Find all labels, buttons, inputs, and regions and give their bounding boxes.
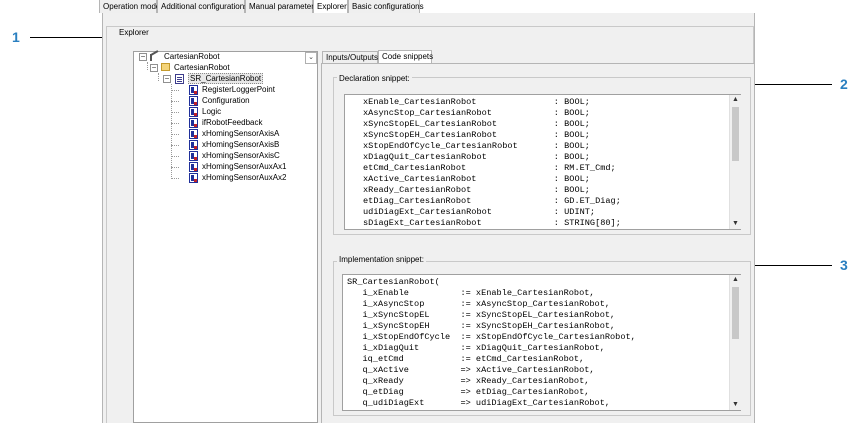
property-icon	[189, 151, 198, 161]
code-line: i_xSyncStopEL := xSyncStopEL_CartesianRo…	[347, 310, 616, 320]
scroll-down-icon[interactable]: ▼	[730, 400, 741, 410]
code-line: xReady_CartesianRobot : BOOL;	[363, 185, 590, 195]
tree-node-child[interactable]: xHomingSensorAxisB	[202, 140, 279, 150]
code-line: i_xDiagQuit := xDiagQuit_CartesianRobot,	[347, 343, 605, 353]
code-line: iq_etCmd := etCmd_CartesianRobot,	[347, 354, 585, 364]
property-icon	[189, 118, 198, 128]
tree-connector	[171, 123, 179, 124]
tree-connector	[171, 167, 179, 168]
function-block-icon	[175, 74, 184, 84]
tree-node-root[interactable]: CartesianRobot	[164, 52, 220, 62]
method-icon	[189, 96, 198, 106]
explorer-caption: Explorer	[117, 28, 151, 37]
code-line: xSyncStopEH_CartesianRobot : BOOL;	[363, 130, 590, 140]
explorer-tree[interactable]	[133, 51, 318, 423]
tree-connector	[171, 156, 179, 157]
callout-1-line	[30, 37, 112, 38]
tree-connector	[171, 101, 179, 102]
tree-expander-fb[interactable]: −	[163, 75, 171, 83]
tree-node-child[interactable]: xHomingSensorAxisC	[202, 151, 280, 161]
tree-node-fb[interactable]: SR_CartesianRobot	[188, 73, 264, 84]
tree-connector	[171, 112, 179, 113]
declaration-code[interactable]: xEnable_CartesianRobot : BOOL; xAsyncSto…	[344, 94, 741, 230]
tree-node-child[interactable]: xHomingSensorAuxAx1	[202, 162, 286, 172]
tree-connector	[171, 178, 179, 179]
callout-2: 2	[840, 76, 848, 92]
code-line: udiDiagExt_CartesianRobot : UDINT;	[363, 207, 596, 217]
tab-basic-configurations[interactable]: Basic configurations	[348, 0, 424, 13]
tree-node-child[interactable]: RegisterLoggerPoint	[202, 85, 275, 95]
code-line: etCmd_CartesianRobot : RM.ET_Cmd;	[363, 163, 616, 173]
code-line: q_udiDiagExt => udiDiagExt_CartesianRobo…	[347, 398, 611, 408]
code-line: q_xActive => xActive_CartesianRobot,	[347, 365, 595, 375]
tree-node-child[interactable]: Configuration	[202, 96, 250, 106]
code-line: i_xAsyncStop := xAsyncStop_CartesianRobo…	[347, 299, 611, 309]
tree-connector	[171, 145, 179, 146]
scroll-thumb[interactable]	[732, 107, 739, 161]
method-icon	[189, 85, 198, 95]
code-line: xStopEndOfCycle_CartesianRobot : BOOL;	[363, 141, 590, 151]
scroll-up-icon[interactable]: ▲	[730, 275, 741, 285]
code-line: SR_CartesianRobot(	[347, 277, 440, 287]
tab-explorer[interactable]: Explorer	[313, 0, 348, 13]
implementation-caption: Implementation snippet:	[337, 255, 426, 264]
code-line: q_etDiag => etDiag_CartesianRobot,	[347, 387, 590, 397]
code-line: i_xSyncStopEH := xSyncStopEH_CartesianRo…	[347, 321, 616, 331]
code-line: etDiag_CartesianRobot : GD.ET_Diag;	[363, 196, 621, 206]
tree-connector	[171, 90, 179, 91]
property-icon	[189, 129, 198, 139]
declaration-scrollbar[interactable]: ▲ ▼	[729, 95, 741, 229]
callout-1: 1	[12, 29, 20, 45]
tree-node-child[interactable]: Logic	[202, 107, 221, 117]
implementation-code[interactable]: SR_CartesianRobot( i_xEnable := xEnable_…	[342, 274, 741, 411]
property-icon	[189, 173, 198, 183]
code-line: xAsyncStop_CartesianRobot : BOOL;	[363, 108, 590, 118]
callout-3: 3	[840, 257, 848, 273]
tree-node-child[interactable]: ifRobotFeedback	[202, 118, 262, 128]
tree-expander-root[interactable]: −	[139, 53, 147, 61]
tree-node-folder[interactable]: CartesianRobot	[174, 63, 230, 73]
implementation-scrollbar[interactable]: ▲ ▼	[729, 275, 741, 410]
tree-connector	[171, 84, 172, 179]
tab-additional-configurations[interactable]: Additional configurations	[157, 0, 248, 13]
tree-connector	[158, 73, 159, 81]
code-line: xDiagQuit_CartesianRobot : BOOL;	[363, 152, 590, 162]
tree-expander-folder[interactable]: −	[150, 64, 158, 72]
tree-connector	[171, 134, 179, 135]
declaration-caption: Declaration snippet:	[337, 74, 412, 83]
scroll-down-icon[interactable]: ▼	[730, 219, 741, 229]
tree-node-child[interactable]: xHomingSensorAxisA	[202, 129, 279, 139]
tab-manual-parameters[interactable]: Manual parameters	[245, 0, 318, 13]
property-icon	[189, 140, 198, 150]
tree-connector	[147, 62, 148, 70]
code-line: i_xStopEndOfCycle := xStopEndOfCycle_Car…	[347, 332, 636, 342]
folder-icon	[161, 63, 170, 71]
tab-code-snippets[interactable]: Code snippets	[378, 50, 433, 64]
tree-node-child[interactable]: xHomingSensorAuxAx2	[202, 173, 286, 183]
code-line: xEnable_CartesianRobot : BOOL;	[363, 97, 590, 107]
chevron-down-icon[interactable]: ⌄	[305, 52, 317, 64]
method-icon	[189, 107, 198, 117]
property-icon	[189, 162, 198, 172]
code-line: i_xEnable := xEnable_CartesianRobot,	[347, 288, 595, 298]
tab-strip: Operation mode Additional configurations…	[99, 0, 755, 13]
robot-icon	[149, 52, 163, 62]
scroll-thumb[interactable]	[732, 287, 739, 339]
tab-operation-mode[interactable]: Operation mode	[99, 0, 160, 13]
code-line: xSyncStopEL_CartesianRobot : BOOL;	[363, 119, 590, 129]
tree-node-fb-label: SR_CartesianRobot	[188, 73, 264, 84]
code-line: xActive_CartesianRobot : BOOL;	[363, 174, 590, 184]
scroll-up-icon[interactable]: ▲	[730, 95, 741, 105]
code-line: sDiagExt_CartesianRobot : STRING[80];	[363, 218, 621, 228]
code-line: q_xReady => xReady_CartesianRobot,	[347, 376, 590, 386]
